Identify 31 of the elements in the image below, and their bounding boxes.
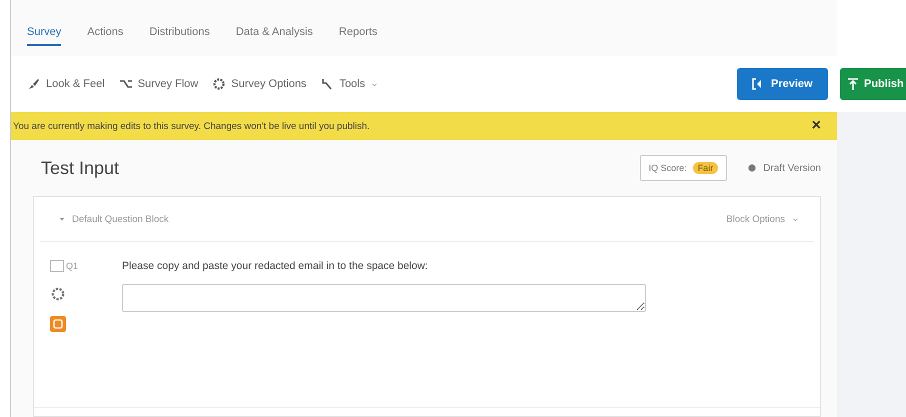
checkbox[interactable] [50, 260, 64, 272]
square-icon[interactable] [50, 316, 66, 332]
survey-title: Test Input [41, 158, 120, 178]
block-options-button[interactable]: Block Options [726, 214, 800, 224]
toolbar-button[interactable]: Survey Options [212, 77, 306, 91]
tab[interactable]: Reports [338, 26, 378, 46]
banner-message: You are currently making edits to this survey. Changes won't be live until you publish. [13, 120, 370, 132]
wrench-icon [320, 77, 334, 91]
tab[interactable]: Actions [87, 26, 124, 46]
close-button[interactable]: × [810, 118, 823, 134]
block-toggle[interactable]: Default Question Block [58, 214, 169, 224]
toolbar-button[interactable]: Look & Feel [27, 77, 105, 91]
gear-icon [212, 77, 226, 91]
toolbar-button[interactable]: Tools [320, 77, 380, 91]
tab[interactable]: Data & Analysis [236, 26, 313, 46]
preview-button[interactable]: Preview [737, 68, 828, 100]
answer-box[interactable] [122, 284, 646, 312]
toolbar-button[interactable]: Survey Flow [118, 77, 198, 91]
gear-icon[interactable] [50, 286, 66, 302]
question-number: Q1 [66, 261, 78, 271]
tab[interactable]: Distributions [149, 26, 210, 46]
status-dot-icon [747, 163, 758, 173]
tab[interactable]: Survey [27, 26, 62, 46]
publish-button[interactable]: Publish [840, 68, 906, 100]
publish-icon [846, 77, 860, 91]
question-text: Please copy and paste your redacted email in to the space below: [122, 260, 429, 272]
iq-score-button[interactable]: IQ Score: Fair [640, 155, 728, 181]
flow-icon [118, 77, 133, 91]
brush-icon [27, 77, 41, 91]
version-label: Draft Version [763, 162, 821, 174]
rating-badge: Fair [692, 162, 718, 174]
